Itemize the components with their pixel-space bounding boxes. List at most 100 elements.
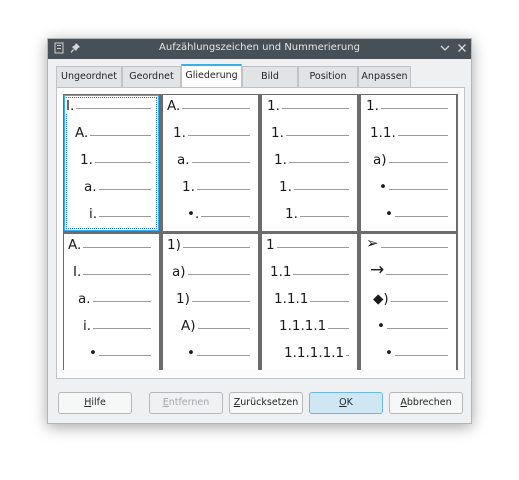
preset-level-label: A.: [68, 237, 84, 253]
preset-level-rule: [79, 274, 151, 275]
reset-button[interactable]: Zurücksetzen: [229, 392, 303, 414]
preset-level-rule: [86, 162, 151, 163]
outline-preset-3[interactable]: 1. 1. 1. 1. 1.: [262, 95, 357, 231]
preset-level-line: a.: [64, 291, 159, 311]
preset-level-rule: [89, 328, 151, 329]
preset-level-rule: [72, 108, 151, 109]
title-bar[interactable]: Aufzählungszeichen und Nummerierung: [48, 39, 471, 59]
preset-level-rule: [391, 216, 448, 217]
tab-geordnet[interactable]: Geordnet: [122, 66, 181, 87]
preset-level-label: 1.: [182, 179, 197, 195]
ok-button[interactable]: OK: [309, 392, 383, 414]
preset-level-line: 1.1.1.1.1: [262, 345, 357, 365]
preset-level-rule: [376, 274, 448, 275]
preset-level-rule: [285, 189, 349, 190]
outline-preset-7[interactable]: 1 1.1 1.1.1 1.1.1.1 1.1.1.1.1: [262, 234, 357, 370]
tab-bild[interactable]: Bild: [242, 66, 298, 87]
preset-level-line: I.: [64, 98, 159, 118]
preset-level-line: a.: [163, 152, 258, 172]
preset-level-label: •: [89, 345, 99, 361]
outline-preset-8[interactable]: ➢ → ◆) • •: [361, 234, 456, 370]
preset-level-label: i.: [89, 206, 100, 222]
preset-level-line: 1: [262, 237, 357, 257]
preset-level-line: a): [163, 264, 258, 284]
preset-level-rule: [391, 355, 448, 356]
preset-level-line: a): [361, 152, 456, 172]
preset-level-label: i.: [83, 318, 94, 334]
preset-level-label: 1: [266, 237, 277, 253]
preset-level-line: •: [361, 206, 456, 226]
preset-level-label: a): [172, 264, 188, 280]
preset-level-line: →: [361, 260, 456, 284]
preset-level-label: 1.: [173, 125, 188, 141]
preset-level-label: a.: [78, 291, 93, 307]
preset-level-line: I.: [64, 264, 159, 284]
preset-level-label: 1.: [366, 98, 381, 114]
outline-preset-2[interactable]: A. 1. a. 1. •.: [163, 95, 258, 231]
preset-level-label: 1): [167, 237, 183, 253]
preset-level-line: 1.: [262, 98, 357, 118]
preset-level-line: A.: [64, 237, 159, 257]
window-title: Aufzählungszeichen und Nummerierung: [159, 42, 360, 53]
outline-preset-1[interactable]: I. A. 1. a. i.: [64, 95, 159, 231]
preset-level-label: ◆): [373, 291, 391, 307]
chevron-down-icon[interactable]: [440, 42, 450, 59]
close-icon[interactable]: [457, 42, 467, 59]
preset-level-line: 1.: [262, 125, 357, 145]
tab-ungeordnet[interactable]: Ungeordnet: [56, 66, 122, 87]
preset-level-label: a.: [84, 179, 99, 195]
preset-level-rule: [173, 247, 250, 248]
preset-level-rule: [272, 247, 349, 248]
preset-level-line: 1.1.: [361, 125, 456, 145]
preset-level-rule: [95, 216, 151, 217]
preset-level-label: 1.1: [270, 264, 294, 280]
tab-position[interactable]: Position: [298, 66, 358, 87]
preset-level-line: 1.1.1.1: [262, 318, 357, 338]
preset-level-label: A.: [75, 125, 91, 141]
bullets-numbering-dialog: Aufzählungszeichen und Nummerierung Unge…: [47, 38, 472, 424]
preset-level-rule: [372, 247, 448, 248]
preset-level-label: 1.: [285, 206, 300, 222]
preset-level-label: •: [379, 179, 389, 195]
preset-level-label: a): [373, 152, 389, 168]
preset-level-line: •: [163, 345, 258, 365]
outline-preset-grid: I. A. 1. a. i. A. 1. a. 1. •. 1. 1. 1. 1. 1. 1. 1.1. a) • •…: [63, 94, 458, 370]
preset-level-rule: [379, 162, 448, 163]
outline-preset-4[interactable]: 1. 1.1. a) • •: [361, 95, 456, 231]
preset-level-line: 1): [163, 237, 258, 257]
preset-level-rule: [81, 135, 151, 136]
preset-level-line: A.: [64, 125, 159, 145]
preset-level-rule: [90, 189, 151, 190]
preset-level-rule: [95, 355, 151, 356]
preset-level-rule: [273, 108, 349, 109]
preset-level-line: •: [361, 345, 456, 365]
cancel-button[interactable]: Abbrechen: [389, 392, 463, 414]
remove-button[interactable]: Entfernen: [149, 392, 223, 414]
tab-anpassen[interactable]: Anpassen: [358, 66, 411, 87]
outline-preset-5[interactable]: A. I. a. i. •: [64, 234, 159, 370]
preset-level-line: •.: [163, 206, 258, 226]
preset-level-label: a.: [177, 152, 192, 168]
preset-level-label: •.: [187, 206, 202, 222]
preset-level-line: i.: [64, 206, 159, 226]
preset-level-rule: [277, 135, 349, 136]
outline-preset-6[interactable]: 1) a) 1) A) •: [163, 234, 258, 370]
preset-level-line: ◆): [361, 291, 456, 311]
preset-level-label: A): [181, 318, 198, 334]
tab-gliederung[interactable]: Gliederung: [181, 64, 242, 88]
preset-level-rule: [183, 162, 250, 163]
help-button[interactable]: Hilfe: [58, 392, 132, 414]
tab-panel-gliederung: I. A. 1. a. i. A. 1. a. 1. •. 1. 1. 1. 1. 1. 1. 1.1. a) • •…: [56, 87, 465, 379]
preset-level-label: ➢: [366, 234, 381, 252]
preset-level-label: •: [385, 345, 395, 361]
preset-level-label: 1.1.1: [274, 291, 311, 307]
preset-level-label: •: [187, 345, 197, 361]
preset-level-rule: [193, 216, 250, 217]
preset-level-line: 1.: [163, 125, 258, 145]
preset-level-line: 1.: [361, 98, 456, 118]
preset-level-line: •: [64, 345, 159, 365]
preset-level-line: •: [361, 318, 456, 338]
preset-level-rule: [385, 189, 448, 190]
preset-level-label: 1.1.: [370, 125, 398, 141]
preset-level-line: 1.: [262, 206, 357, 226]
